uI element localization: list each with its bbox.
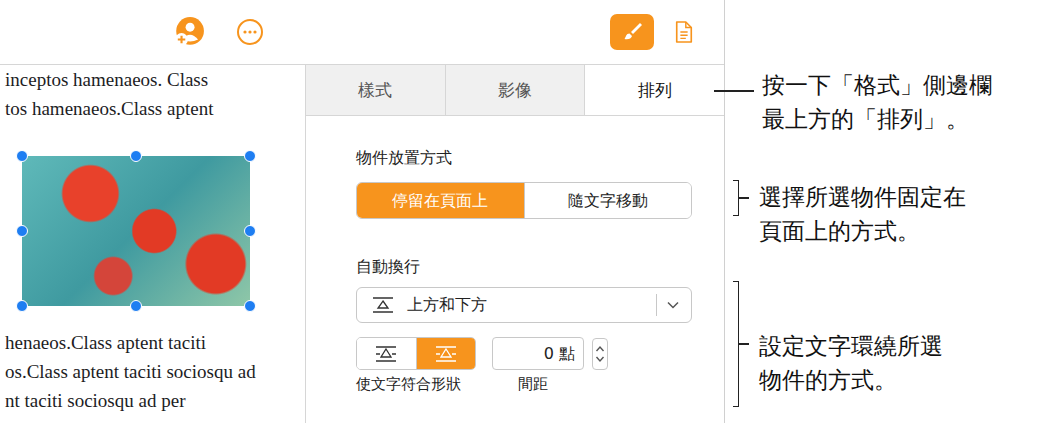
wrap-above-below-icon bbox=[371, 296, 395, 314]
selection-handle[interactable] bbox=[244, 225, 256, 237]
chevron-down-icon bbox=[667, 301, 679, 309]
more-icon[interactable] bbox=[235, 17, 265, 47]
format-sidebar: 樣式影像排列物件放置方式停留在頁面上隨文字移動自動換行上方和下方使文字符合形狀 0… bbox=[305, 65, 724, 423]
text-fit-icon bbox=[374, 345, 398, 363]
selection-handle[interactable] bbox=[16, 225, 28, 237]
format-button[interactable] bbox=[610, 14, 654, 50]
text-fit-icon bbox=[434, 345, 458, 363]
section-label: 物件放置方式 bbox=[356, 146, 692, 170]
placement-control: 停留在頁面上隨文字移動 bbox=[356, 182, 692, 219]
flower-photo bbox=[22, 156, 250, 306]
callouts: 按一下「格式」側邊欄最上方的「排列」。選擇所選物件固定在頁面上的方式。設定文字環… bbox=[714, 0, 1059, 423]
wrap-dropdown[interactable]: 上方和下方 bbox=[356, 287, 692, 323]
placement-option[interactable]: 停留在頁面上 bbox=[357, 183, 524, 218]
callout-bracket bbox=[733, 180, 749, 216]
pages-window: inceptos hamenaeos. Classtos hamenaeos.C… bbox=[0, 0, 725, 423]
collaborate-icon[interactable] bbox=[173, 16, 205, 48]
arrange-pane: 物件放置方式停留在頁面上隨文字移動自動換行上方和下方使文字符合形狀 0 點間距 bbox=[306, 116, 724, 394]
body-text-line[interactable]: nt taciti sociosqu ad per bbox=[0, 386, 305, 415]
callout-bracket bbox=[733, 281, 749, 407]
callout-text: 設定文字環繞所選物件的方式。 bbox=[759, 329, 943, 397]
fit-label: 使文字符合形狀 bbox=[356, 374, 476, 394]
fit-button[interactable] bbox=[357, 338, 416, 369]
placement-option[interactable]: 隨文字移動 bbox=[524, 183, 692, 218]
selection-handle[interactable] bbox=[16, 150, 28, 162]
document-icon bbox=[674, 20, 694, 44]
toolbar bbox=[0, 0, 724, 65]
body-text-line[interactable]: tos hamenaeos.Class aptent bbox=[0, 94, 305, 123]
sidebar-tab[interactable]: 排列 bbox=[585, 65, 724, 115]
selection-handle[interactable] bbox=[130, 150, 142, 162]
stepper-arrows-icon bbox=[594, 343, 606, 365]
callout-text: 按一下「格式」側邊欄最上方的「排列」。 bbox=[762, 68, 992, 136]
callout: 按一下「格式」側邊欄最上方的「排列」。 bbox=[714, 68, 1059, 136]
paintbrush-icon bbox=[620, 20, 644, 44]
spacing-label: 間距 bbox=[492, 374, 608, 394]
callout: 設定文字環繞所選物件的方式。 bbox=[714, 281, 1059, 407]
selection-handle[interactable] bbox=[244, 300, 256, 312]
selection-handle[interactable] bbox=[244, 150, 256, 162]
spacing-field[interactable]: 0 點 bbox=[492, 337, 584, 370]
selection-handle[interactable] bbox=[130, 300, 142, 312]
section-label: 自動換行 bbox=[356, 255, 692, 279]
sidebar-tabs: 樣式影像排列 bbox=[306, 65, 724, 116]
callout-text: 選擇所選物件固定在頁面上的方式。 bbox=[759, 180, 966, 248]
leader-line bbox=[714, 90, 754, 92]
fit-button[interactable] bbox=[416, 338, 476, 369]
callout: 選擇所選物件固定在頁面上的方式。 bbox=[714, 180, 1059, 248]
selection-handle[interactable] bbox=[16, 300, 28, 312]
sidebar-tab[interactable]: 影像 bbox=[446, 65, 586, 115]
window-body: inceptos hamenaeos. Classtos hamenaeos.C… bbox=[0, 65, 724, 423]
fit-control bbox=[356, 337, 476, 370]
document-canvas[interactable]: inceptos hamenaeos. Classtos hamenaeos.C… bbox=[0, 65, 305, 423]
spacing-stepper[interactable] bbox=[592, 338, 608, 370]
sidebar-tab[interactable]: 樣式 bbox=[306, 65, 446, 115]
wrap-options-row: 使文字符合形狀 0 點間距 bbox=[356, 337, 692, 394]
dropdown-value: 上方和下方 bbox=[407, 295, 656, 316]
document-button[interactable] bbox=[666, 14, 702, 50]
body-text-line[interactable]: os.Class aptent taciti sociosqu ad bbox=[0, 357, 305, 386]
page: inceptos hamenaeos. Classtos hamenaeos.C… bbox=[0, 0, 1059, 423]
body-text-line[interactable]: henaeos.Class aptent taciti bbox=[0, 328, 305, 357]
body-text-line[interactable]: inceptos hamenaeos. Class bbox=[0, 65, 305, 94]
image-object[interactable] bbox=[22, 156, 250, 306]
